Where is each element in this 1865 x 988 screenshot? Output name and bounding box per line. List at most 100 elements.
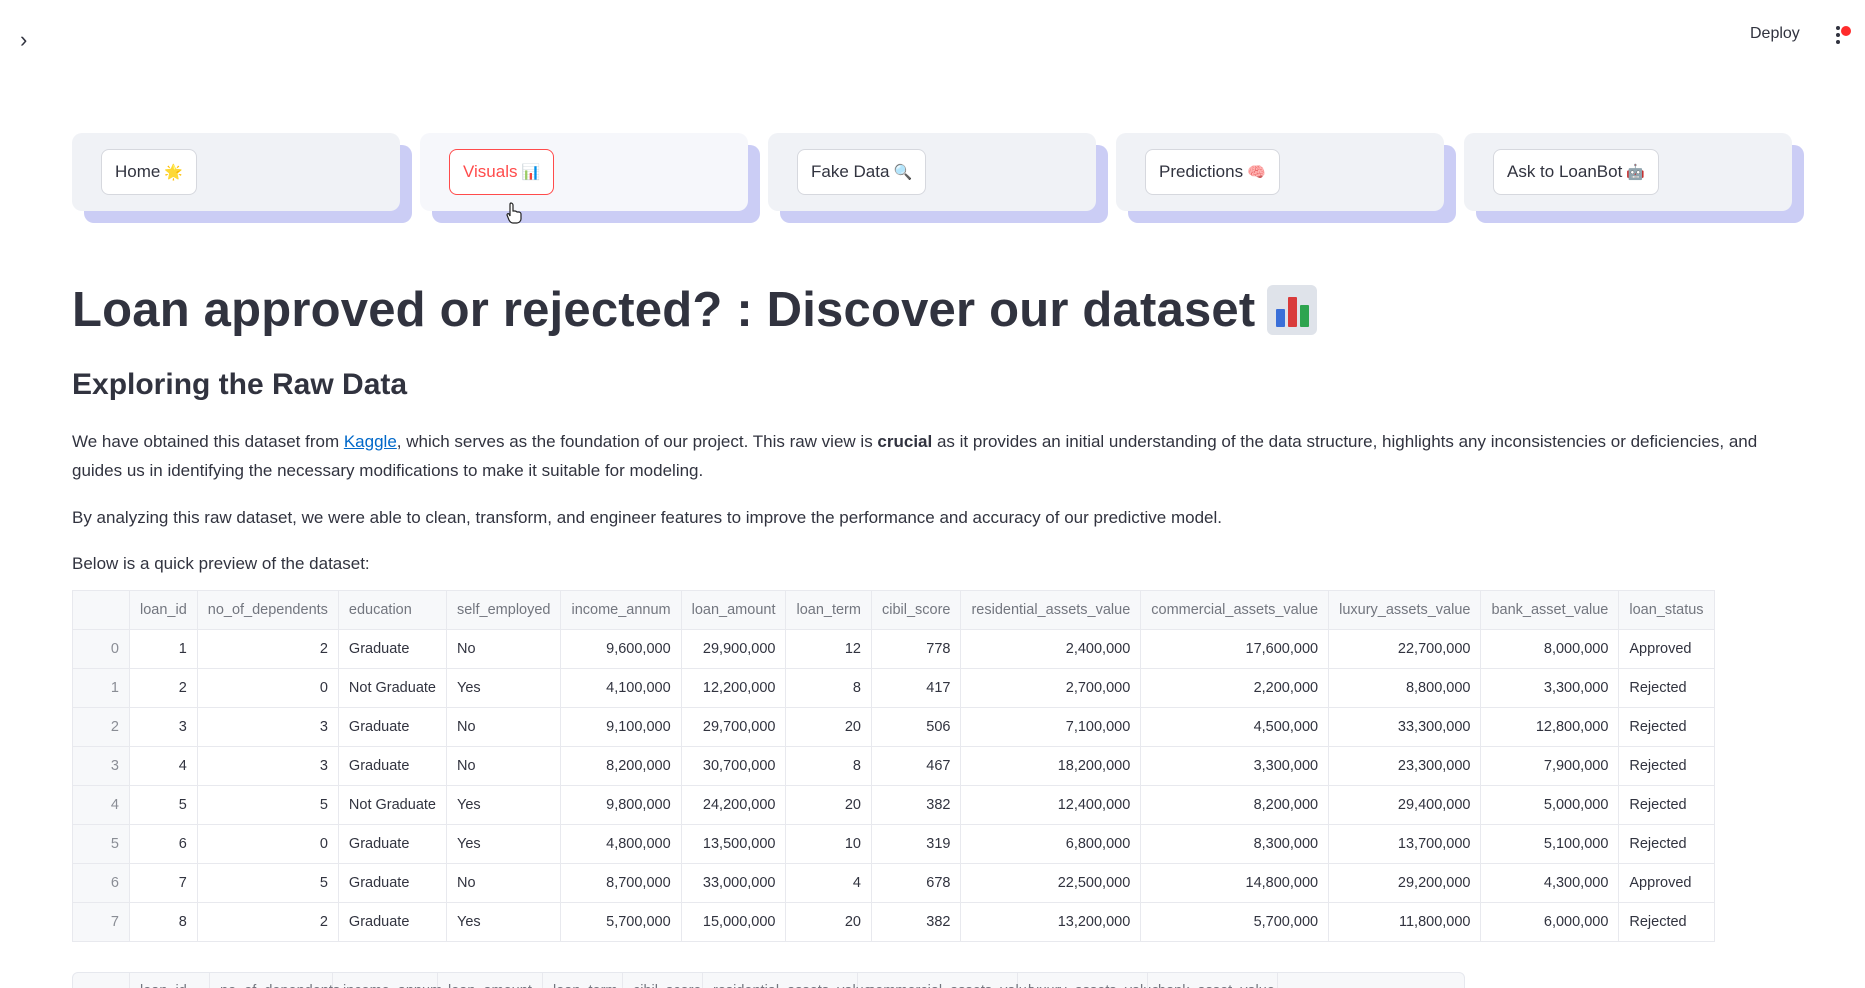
table-cell[interactable]: 33,000,000 bbox=[680, 863, 787, 903]
table-cell[interactable]: 417 bbox=[870, 668, 962, 708]
column-header[interactable]: loan_amount bbox=[438, 973, 543, 988]
table-cell[interactable]: 29,700,000 bbox=[680, 707, 787, 747]
table-cell[interactable]: Yes bbox=[445, 785, 562, 825]
table-cell[interactable]: 13,500,000 bbox=[680, 824, 787, 864]
table-row[interactable]: 3 4 3 Graduate No 8,200,000 30,700,000 8 467 18,2… bbox=[72, 746, 1715, 786]
table-cell[interactable]: Graduate bbox=[337, 824, 447, 864]
table-cell[interactable]: 10 bbox=[785, 824, 872, 864]
nav-button[interactable]: Ask to LoanBot 🤖 bbox=[1493, 149, 1659, 195]
table-cell[interactable]: 13,200,000 bbox=[960, 902, 1142, 942]
row-index[interactable]: 2 bbox=[72, 707, 130, 747]
table-cell[interactable]: 8 bbox=[785, 668, 872, 708]
table-row[interactable]: 0 1 2 Graduate No 9,600,000 29,900,000 12 778 2,4… bbox=[72, 629, 1715, 669]
table-cell[interactable]: 1 bbox=[129, 629, 198, 669]
row-index[interactable]: 1 bbox=[72, 668, 130, 708]
table-cell[interactable]: Approved bbox=[1618, 629, 1715, 669]
table-cell[interactable]: No bbox=[445, 863, 562, 903]
column-header[interactable] bbox=[72, 590, 130, 630]
table-cell[interactable]: 3,300,000 bbox=[1140, 746, 1330, 786]
table-cell[interactable]: 22,500,000 bbox=[960, 863, 1142, 903]
column-header[interactable]: income_annum bbox=[333, 973, 442, 988]
table-cell[interactable]: 33,300,000 bbox=[1328, 707, 1482, 747]
table-cell[interactable]: 2 bbox=[196, 629, 339, 669]
column-header[interactable]: loan_term bbox=[785, 590, 872, 630]
column-header[interactable]: loan_term bbox=[543, 973, 623, 988]
column-header[interactable]: loan_status bbox=[1618, 590, 1715, 630]
second-data-table[interactable]: loan_idno_of_dependentsincome_annumloan_… bbox=[72, 972, 1465, 988]
kebab-menu-icon[interactable] bbox=[1832, 22, 1854, 48]
table-cell[interactable]: 506 bbox=[870, 707, 962, 747]
row-index[interactable]: 5 bbox=[72, 824, 130, 864]
table-cell[interactable]: Not Graduate bbox=[337, 668, 447, 708]
table-cell[interactable]: 11,800,000 bbox=[1328, 902, 1482, 942]
table-cell[interactable]: 8,200,000 bbox=[1140, 785, 1330, 825]
table-cell[interactable]: 8,000,000 bbox=[1480, 629, 1620, 669]
table-cell[interactable]: 2,400,000 bbox=[960, 629, 1142, 669]
table-cell[interactable]: 12 bbox=[785, 629, 872, 669]
nav-button[interactable]: Visuals 📊 bbox=[449, 149, 555, 195]
table-cell[interactable]: 12,200,000 bbox=[680, 668, 787, 708]
table-cell[interactable]: 15,000,000 bbox=[680, 902, 787, 942]
table-row[interactable]: 1 2 0 Not Graduate Yes 4,100,000 12,200,000 8 41… bbox=[72, 668, 1715, 708]
table-cell[interactable]: Graduate bbox=[337, 629, 447, 669]
nav-button[interactable]: Home 🌟 bbox=[101, 149, 198, 195]
table-cell[interactable]: 30,700,000 bbox=[680, 746, 787, 786]
table-cell[interactable]: 8,300,000 bbox=[1140, 824, 1330, 864]
table-cell[interactable]: 17,600,000 bbox=[1140, 629, 1330, 669]
column-header[interactable]: bank_asset_value bbox=[1480, 590, 1620, 630]
table-cell[interactable]: 4,300,000 bbox=[1480, 863, 1620, 903]
table-cell[interactable]: 8 bbox=[129, 902, 198, 942]
table-cell[interactable]: 2 bbox=[196, 902, 339, 942]
table-cell[interactable]: 4 bbox=[129, 746, 198, 786]
column-header[interactable]: commercial_assets_value bbox=[1140, 590, 1330, 630]
table-cell[interactable]: 3 bbox=[196, 707, 339, 747]
table-cell[interactable]: 8,200,000 bbox=[560, 746, 682, 786]
table-cell[interactable]: 20 bbox=[785, 785, 872, 825]
column-header[interactable]: cibil_score bbox=[870, 590, 962, 630]
row-index[interactable]: 7 bbox=[72, 902, 130, 942]
column-header[interactable]: commercial_assets_value bbox=[858, 973, 1035, 988]
table-cell[interactable]: 24,200,000 bbox=[680, 785, 787, 825]
table-cell[interactable]: No bbox=[445, 707, 562, 747]
table-cell[interactable]: 3,300,000 bbox=[1480, 668, 1620, 708]
column-header[interactable] bbox=[73, 973, 130, 988]
deploy-button[interactable]: Deploy bbox=[1750, 25, 1800, 43]
row-index[interactable]: 4 bbox=[72, 785, 130, 825]
table-cell[interactable]: 29,200,000 bbox=[1328, 863, 1482, 903]
table-cell[interactable]: 2,200,000 bbox=[1140, 668, 1330, 708]
table-cell[interactable]: 382 bbox=[870, 785, 962, 825]
table-cell[interactable]: 20 bbox=[785, 707, 872, 747]
nav-button[interactable]: Predictions 🧠 bbox=[1145, 149, 1280, 195]
table-cell[interactable]: 4,100,000 bbox=[560, 668, 682, 708]
table-cell[interactable]: Rejected bbox=[1618, 785, 1715, 825]
table-cell[interactable]: 4,500,000 bbox=[1140, 707, 1330, 747]
table-cell[interactable]: Yes bbox=[445, 902, 562, 942]
table-cell[interactable]: 5 bbox=[196, 785, 339, 825]
column-header[interactable]: luxury_assets_value bbox=[1328, 590, 1482, 630]
table-cell[interactable]: 2 bbox=[129, 668, 198, 708]
table-cell[interactable]: 0 bbox=[196, 824, 339, 864]
table-cell[interactable]: 5,000,000 bbox=[1480, 785, 1620, 825]
table-cell[interactable]: 12,800,000 bbox=[1480, 707, 1620, 747]
table-cell[interactable]: 9,600,000 bbox=[560, 629, 682, 669]
table-cell[interactable]: 5 bbox=[196, 863, 339, 903]
column-header[interactable]: loan_id bbox=[130, 973, 210, 988]
column-header[interactable]: luxury_assets_value bbox=[1018, 973, 1159, 988]
table-cell[interactable]: 13,700,000 bbox=[1328, 824, 1482, 864]
table-cell[interactable]: 2,700,000 bbox=[960, 668, 1142, 708]
table-cell[interactable]: 14,800,000 bbox=[1140, 863, 1330, 903]
column-header[interactable]: bank_asset_value bbox=[1148, 973, 1278, 988]
row-index[interactable]: 0 bbox=[72, 629, 130, 669]
table-cell[interactable]: 8,700,000 bbox=[560, 863, 682, 903]
table-cell[interactable]: 23,300,000 bbox=[1328, 746, 1482, 786]
table-cell[interactable]: 20 bbox=[785, 902, 872, 942]
table-cell[interactable]: 319 bbox=[870, 824, 962, 864]
column-header[interactable]: loan_id bbox=[129, 590, 198, 630]
table-cell[interactable]: 5,700,000 bbox=[560, 902, 682, 942]
table-cell[interactable]: 778 bbox=[870, 629, 962, 669]
column-header[interactable]: self_employed bbox=[445, 590, 562, 630]
table-cell[interactable]: 7 bbox=[129, 863, 198, 903]
table-cell[interactable]: 382 bbox=[870, 902, 962, 942]
expand-sidebar-icon[interactable]: › bbox=[20, 28, 40, 52]
table-cell[interactable]: 18,200,000 bbox=[960, 746, 1142, 786]
